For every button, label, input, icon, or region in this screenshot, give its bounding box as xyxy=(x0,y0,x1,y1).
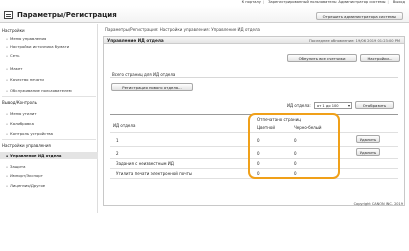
row-unknown-id-jobs: Задания с неизвестным ИД xyxy=(116,161,174,166)
sidebar-item-department-id[interactable]: Управление ИД отдела xyxy=(0,152,98,159)
top-links: К порталу | Зарегистрированный пользовате… xyxy=(241,0,405,4)
panel-header: Управление ИД отдела Последнее обновлени… xyxy=(104,37,404,44)
last-updated-label: Последнее обновление: 19/06 2019 01:23:0… xyxy=(309,38,400,43)
delete-button[interactable]: Удалить xyxy=(356,148,380,156)
sidebar-item-user-maintenance[interactable]: Обслуживание пользователем xyxy=(6,88,72,93)
department-id-filter-label: ИД отдела: xyxy=(287,103,311,108)
sidebar: Настройки Меню управления Настройки исто… xyxy=(0,24,98,213)
sidebar-divider xyxy=(2,96,96,97)
reset-counters-button[interactable]: Обнулить все счетчики xyxy=(287,54,357,62)
display-button[interactable]: Отобразить xyxy=(355,101,394,109)
column-header-department-id: ИД отдела xyxy=(113,123,136,128)
page-header: Параметры/Регистрация Отрешить администр… xyxy=(0,6,409,23)
sidebar-divider xyxy=(2,139,96,140)
row-department-id: 1 xyxy=(116,138,119,143)
sidebar-item-paper-source[interactable]: Настройки источника бумаги xyxy=(6,44,69,49)
sidebar-item-security[interactable]: Защита xyxy=(6,164,25,169)
section-divider xyxy=(110,77,398,78)
registered-user-label: Зарегистрированный пользователь: Админис… xyxy=(268,0,386,4)
settings-icon xyxy=(4,11,13,19)
settings-button[interactable]: Настройки... xyxy=(360,54,400,62)
sidebar-group-settings[interactable]: Настройки xyxy=(2,28,25,33)
row-department-id: 2 xyxy=(116,151,119,156)
sidebar-item-utility-menu[interactable]: Меню утилит xyxy=(6,111,37,116)
register-department-button[interactable]: Регистрация нового отдела... xyxy=(111,83,193,91)
sidebar-item-import-export[interactable]: Импорт/Экспорт xyxy=(6,173,43,178)
department-id-range-select[interactable]: от 1 до 100 xyxy=(314,102,352,109)
sidebar-item-network[interactable]: Сеть xyxy=(6,53,19,58)
copyright: Copyright CANON INC. 2019 xyxy=(353,202,403,206)
printed-pages-highlight xyxy=(248,113,340,179)
sidebar-item-device-control[interactable]: Контроль устройства xyxy=(6,131,53,136)
sidebar-group-output[interactable]: Вывод/Контроль xyxy=(2,100,37,105)
breadcrumb: Параметры/Регистрация: Настройки управле… xyxy=(105,27,260,32)
logout-admin-button[interactable]: Отрешить администратора системы xyxy=(315,12,403,20)
sidebar-item-print-quality[interactable]: Качество печати xyxy=(6,77,44,82)
panel-title: Управление ИД отдела xyxy=(107,38,164,43)
row-email-print-utility: Утилита печати электронной почты xyxy=(116,171,193,176)
sidebar-item-calibration[interactable]: Калибровка xyxy=(6,121,34,126)
delete-button[interactable]: Удалить xyxy=(356,135,380,143)
sidebar-item-license[interactable]: Лицензия/Другое xyxy=(6,183,45,188)
sidebar-item-control-menu[interactable]: Меню управления xyxy=(6,36,46,41)
top-utility-bar: К порталу | Зарегистрированный пользовате… xyxy=(0,0,409,5)
portal-link[interactable]: К порталу xyxy=(242,0,261,4)
sidebar-group-management[interactable]: Настройки управления xyxy=(2,143,51,148)
logout-link[interactable]: Выход xyxy=(393,0,405,4)
page-title: Параметры/Регистрация xyxy=(17,11,117,19)
sidebar-item-layout[interactable]: Макет xyxy=(6,66,22,71)
